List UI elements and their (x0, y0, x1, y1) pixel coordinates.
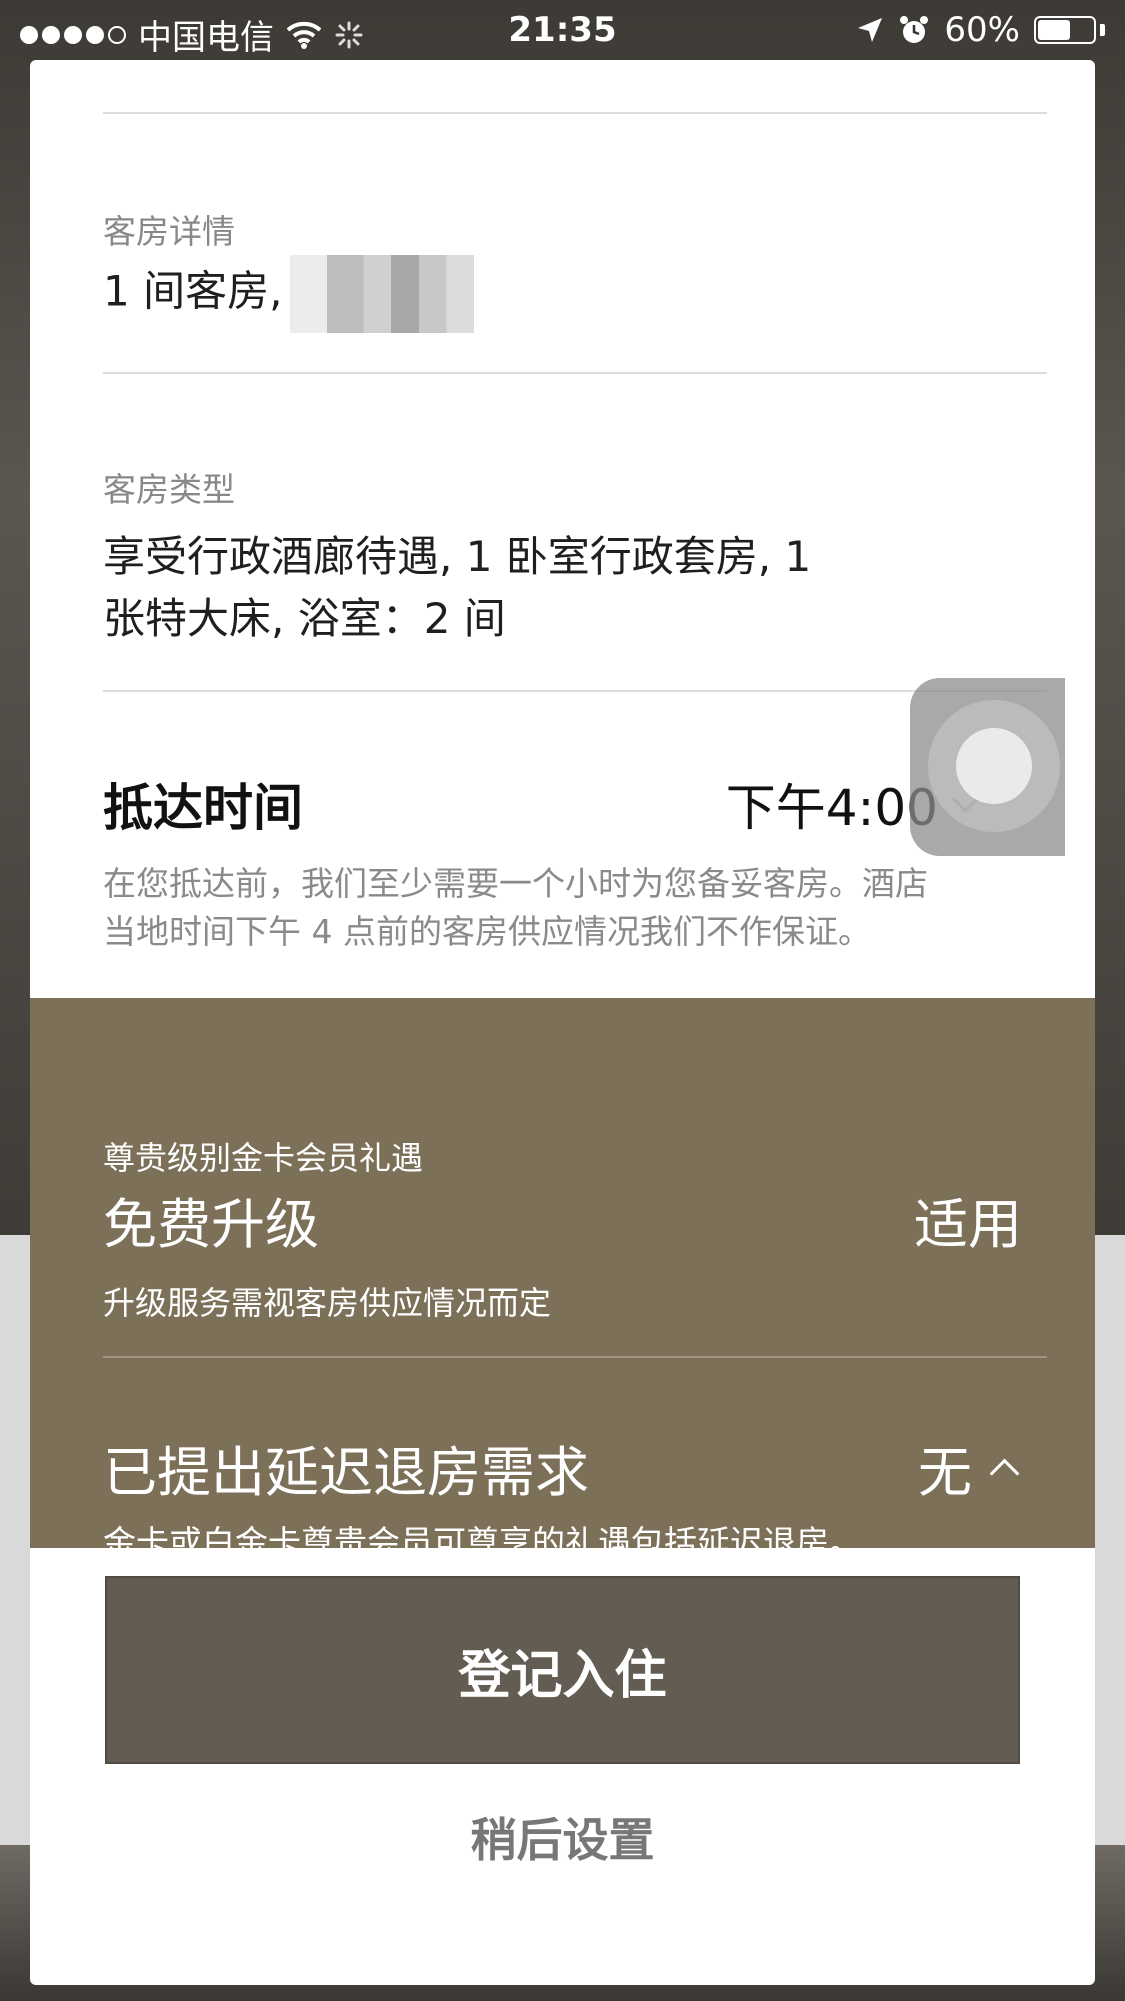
location-arrow-icon (858, 18, 883, 42)
chevron-up-icon (989, 1458, 1020, 1489)
check-in-button[interactable]: 登记入住 (105, 1576, 1020, 1764)
late-checkout-subtitle: 金卡或白金卡尊贵会员可尊享的礼遇包括延迟退房。 (103, 1523, 862, 1562)
arrival-note-line-1: 在您抵达前，我们至少需要一个小时为您备妥客房。酒店 (103, 864, 928, 903)
battery-icon (1034, 16, 1096, 44)
set-later-button[interactable]: 稍后设置 (30, 1760, 1095, 1920)
status-bar: 中国电信 21:35 60% (0, 0, 1125, 60)
room-type-line-2: 张特大床, 浴室：2 间 (103, 594, 506, 643)
late-checkout-title: 已提出延迟退房需求 (103, 1441, 589, 1504)
room-type-label: 客房类型 (103, 470, 235, 509)
arrival-note: 在您抵达前，我们至少需要一个小时为您备妥客房。酒店 当地时间下午 4 点前的客房… (103, 860, 1043, 956)
room-details-label: 客房详情 (103, 212, 235, 251)
perks-label: 尊贵级别金卡会员礼遇 (103, 1139, 424, 1177)
redacted-text (290, 255, 475, 333)
status-right: 60% (856, 10, 1105, 50)
alarm-clock-icon (900, 16, 929, 43)
divider (103, 372, 1047, 374)
member-perks-panel: 尊贵级别金卡会员礼遇 免费升级 适用 升级服务需视客房供应情况而定 已提出延迟退… (30, 998, 1095, 1562)
upgrade-subtitle: 升级服务需视客房供应情况而定 (103, 1284, 552, 1322)
room-details-value: 1 间客房, (103, 255, 475, 333)
room-details-text: 1 间客房, (103, 266, 283, 316)
late-checkout-status: 无 (918, 1441, 972, 1504)
assistive-touch-ring (928, 700, 1060, 832)
arrival-note-line-2: 当地时间下午 4 点前的客房供应情况我们不作保证。 (103, 912, 871, 951)
arrival-time-value: 下午4:00 (725, 779, 938, 837)
late-checkout-toggle[interactable]: 无 (918, 1428, 1020, 1507)
upgrade-status: 适用 (914, 1193, 1022, 1256)
divider (103, 112, 1047, 114)
room-type-line-1: 享受行政酒廊待遇, 1 卧室行政套房, 1 (103, 532, 812, 581)
assistive-touch-core (956, 728, 1032, 804)
assistive-touch-button[interactable] (910, 678, 1065, 856)
arrival-time-title: 抵达时间 (103, 779, 303, 837)
divider (103, 690, 1047, 692)
divider (103, 1356, 1047, 1358)
battery-percent: 60% (944, 10, 1020, 50)
upgrade-title: 免费升级 (103, 1193, 319, 1256)
check-in-sheet: 客房详情 1 间客房, 客房类型 享受行政酒廊待遇, 1 卧室行政套房, 1 张… (30, 60, 1095, 1985)
